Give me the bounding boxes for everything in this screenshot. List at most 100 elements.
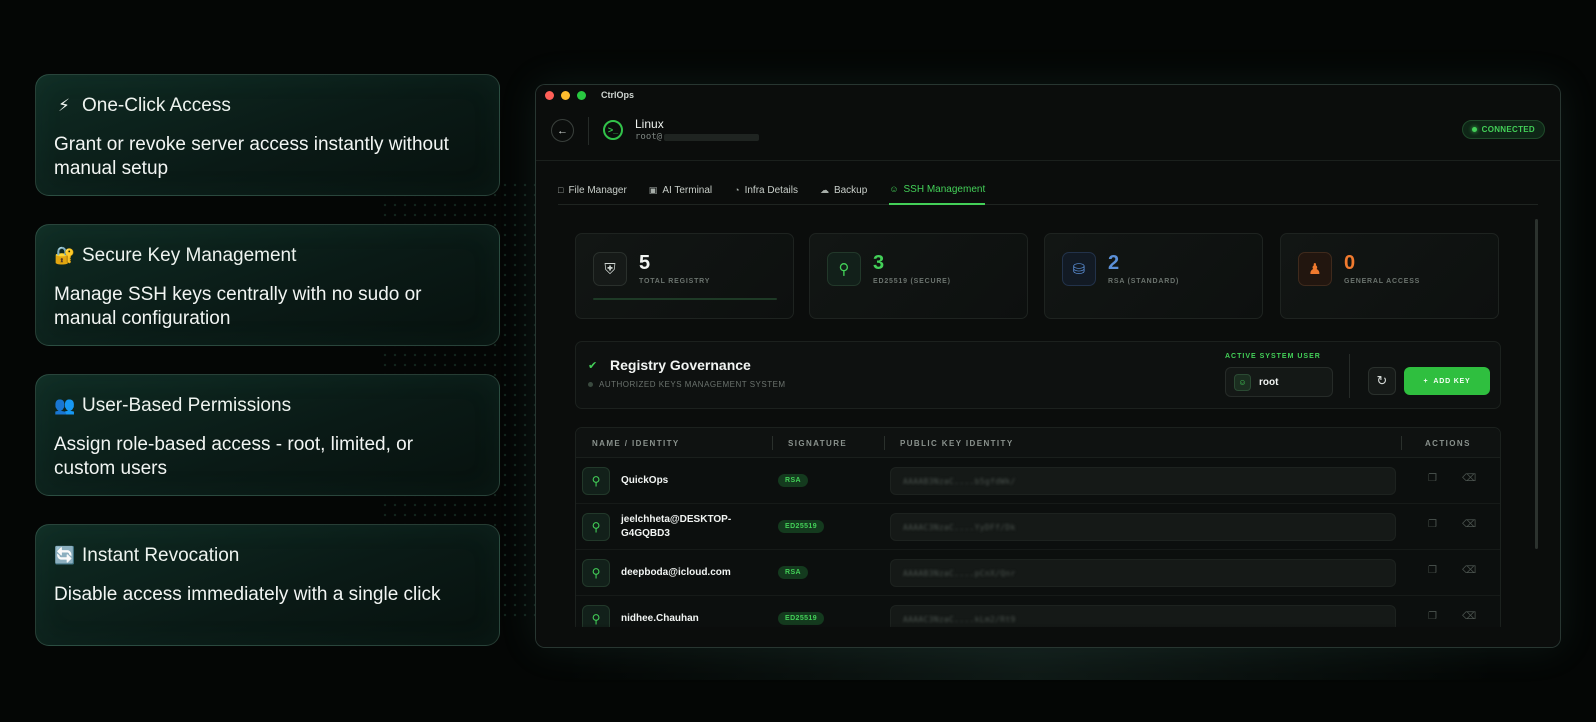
status-badge: CONNECTED: [1461, 120, 1545, 139]
signature-badge: RSA: [778, 566, 808, 579]
users-icon: 👥: [54, 396, 76, 415]
minimize-window-button[interactable]: [561, 90, 570, 100]
trash-icon[interactable]: ⌫: [1462, 519, 1476, 530]
refresh-button[interactable]: ↻: [1368, 367, 1396, 395]
trash-icon[interactable]: ⌫: [1462, 611, 1476, 622]
window-titlebar: CtrlOps: [536, 85, 1560, 105]
stat-progress-bar: [593, 298, 777, 300]
feature-title-text: Instant Revocation: [82, 545, 240, 566]
cloud-icon: ☁: [819, 184, 829, 195]
folder-icon: □: [558, 185, 564, 195]
feature-description: Manage SSH keys centrally with no sudo o…: [54, 284, 422, 329]
close-window-button[interactable]: [545, 90, 554, 100]
feature-card-key-management: 🔐 Secure Key Management Manage SSH keys …: [35, 224, 500, 346]
status-text: CONNECTED: [1481, 125, 1535, 134]
redacted-host: [664, 133, 760, 141]
column-separator: [884, 436, 885, 450]
key-search-icon: ⚲: [582, 467, 610, 495]
active-user-value: root: [1259, 376, 1279, 388]
governance-divider: [1349, 354, 1350, 398]
copy-icon[interactable]: ❐: [1428, 473, 1437, 484]
governance-subtitle: AUTHORIZED KEYS MANAGEMENT SYSTEM: [588, 380, 786, 389]
stat-value: 2: [1108, 252, 1120, 274]
tab-label: SSH Management: [903, 183, 986, 195]
tab-infra-details[interactable]: ◔ Infra Details: [734, 179, 798, 205]
arrow-left-icon: ←: [557, 124, 568, 137]
tab-ai-terminal[interactable]: ▣ AI Terminal: [649, 179, 712, 205]
column-separator: [1401, 436, 1402, 450]
feature-title: 🔐 Secure Key Management: [54, 243, 481, 269]
signature-badge: RSA: [778, 474, 808, 487]
feature-card-one-click: ⚡ One-Click Access Grant or revoke serve…: [35, 74, 500, 196]
stat-card-general-access: ♟ 0 GENERAL ACCESS: [1280, 233, 1499, 319]
stat-value: 0: [1344, 252, 1356, 274]
public-key-field[interactable]: AAAAB3NzaC....b5gfdWk/: [890, 467, 1396, 495]
trash-icon[interactable]: ⌫: [1462, 473, 1476, 484]
stat-label: ED25519 (SECURE): [873, 278, 951, 285]
shield-check-icon: ✔: [588, 360, 598, 372]
keys-table: NAME / IDENTITY SIGNATURE PUBLIC KEY IDE…: [575, 427, 1501, 627]
copy-icon[interactable]: ❐: [1428, 565, 1437, 576]
row-identity: jeelchheta@DESKTOP-G4GQBD3: [621, 514, 732, 539]
tab-file-manager[interactable]: □ File Manager: [558, 179, 627, 205]
feature-title: ⚡ One-Click Access: [54, 93, 481, 119]
tab-backup[interactable]: ☁ Backup: [820, 179, 867, 205]
public-key-text: AAAAB3NzaC....b5gfdWk/: [903, 476, 1016, 486]
trash-icon[interactable]: ⌫: [1462, 565, 1476, 576]
server-header: ← >_ Linux root@ CONNECTED: [536, 105, 1560, 161]
active-user-select[interactable]: ☺ root: [1225, 367, 1333, 397]
back-button[interactable]: ←: [551, 119, 574, 142]
key-search-icon: ⚲: [582, 513, 610, 541]
lock-icon: ⛁: [1062, 252, 1096, 286]
registry-governance-panel: ✔ Registry Governance AUTHORIZED KEYS MA…: [575, 341, 1501, 409]
plus-icon: +: [1423, 377, 1429, 385]
tab-ssh-management[interactable]: ☺ SSH Management: [889, 179, 986, 205]
dot-icon: [588, 382, 593, 387]
public-key-field[interactable]: AAAAB3NzaC....pCnX/Qnr: [890, 559, 1396, 587]
lock-key-icon: 🔐: [54, 246, 76, 265]
key-search-icon: ⚲: [582, 559, 610, 587]
feature-card-revocation: 🔄 Instant Revocation Disable access imme…: [35, 524, 500, 646]
header-divider: [588, 117, 589, 145]
row-identity: QuickOps: [621, 475, 669, 486]
feature-title-text: Secure Key Management: [82, 245, 297, 266]
governance-title: Registry Governance: [610, 357, 751, 373]
refresh-icon: ↻: [1376, 373, 1388, 388]
user-icon: ☺: [1234, 373, 1251, 391]
table-row: ⚲ deepboda@icloud.com RSA AAAAB3NzaC....…: [576, 550, 1500, 596]
person-icon: ♟: [1298, 252, 1332, 286]
feature-title-text: One-Click Access: [82, 95, 231, 116]
copy-icon[interactable]: ❐: [1428, 519, 1437, 530]
stat-value: 3: [873, 252, 885, 274]
terminal-icon: ▣: [648, 184, 658, 195]
status-dot-icon: [1471, 127, 1477, 132]
feature-description: Grant or revoke server access instantly …: [54, 134, 449, 179]
column-header-name: NAME / IDENTITY: [592, 439, 680, 448]
copy-icon[interactable]: ❐: [1428, 611, 1437, 622]
stat-card-ed25519: ⚲ 3 ED25519 (SECURE): [809, 233, 1028, 319]
add-key-button[interactable]: + ADD KEY: [1404, 367, 1490, 395]
feature-description: Disable access immediately with a single…: [54, 584, 441, 605]
content-scrollbar[interactable]: [1535, 219, 1538, 549]
stat-value: 5: [639, 252, 651, 274]
refresh-icon: 🔄: [54, 546, 76, 565]
feature-title-text: User-Based Permissions: [82, 395, 292, 416]
feature-description: Assign role-based access - root, limited…: [54, 434, 414, 479]
public-key-text: AAAAC3NzaC....YyDFf/Dk: [903, 522, 1016, 532]
stat-label: GENERAL ACCESS: [1344, 278, 1421, 285]
table-header: NAME / IDENTITY SIGNATURE PUBLIC KEY IDE…: [576, 428, 1500, 458]
table-row: ⚲ jeelchheta@DESKTOP-G4GQBD3 ED25519 AAA…: [576, 504, 1500, 550]
column-header-signature: SIGNATURE: [788, 439, 848, 448]
shield-icon: ⛨: [593, 252, 627, 286]
tab-label: Backup: [833, 184, 868, 196]
stat-card-rsa: ⛁ 2 RSA (STANDARD): [1044, 233, 1263, 319]
signature-badge: ED25519: [778, 520, 824, 533]
app-window: CtrlOps ← >_ Linux root@ CONNECTED □ Fil…: [535, 84, 1561, 648]
user-icon: ☺: [889, 184, 899, 194]
active-user-label: ACTIVE SYSTEM USER: [1225, 353, 1321, 360]
search-key-icon: ⚲: [827, 252, 861, 286]
tab-label: File Manager: [568, 184, 627, 196]
public-key-field[interactable]: AAAAC3NzaC....YyDFf/Dk: [890, 513, 1396, 541]
lightning-icon: ⚡: [58, 96, 70, 115]
maximize-window-button[interactable]: [577, 90, 586, 100]
